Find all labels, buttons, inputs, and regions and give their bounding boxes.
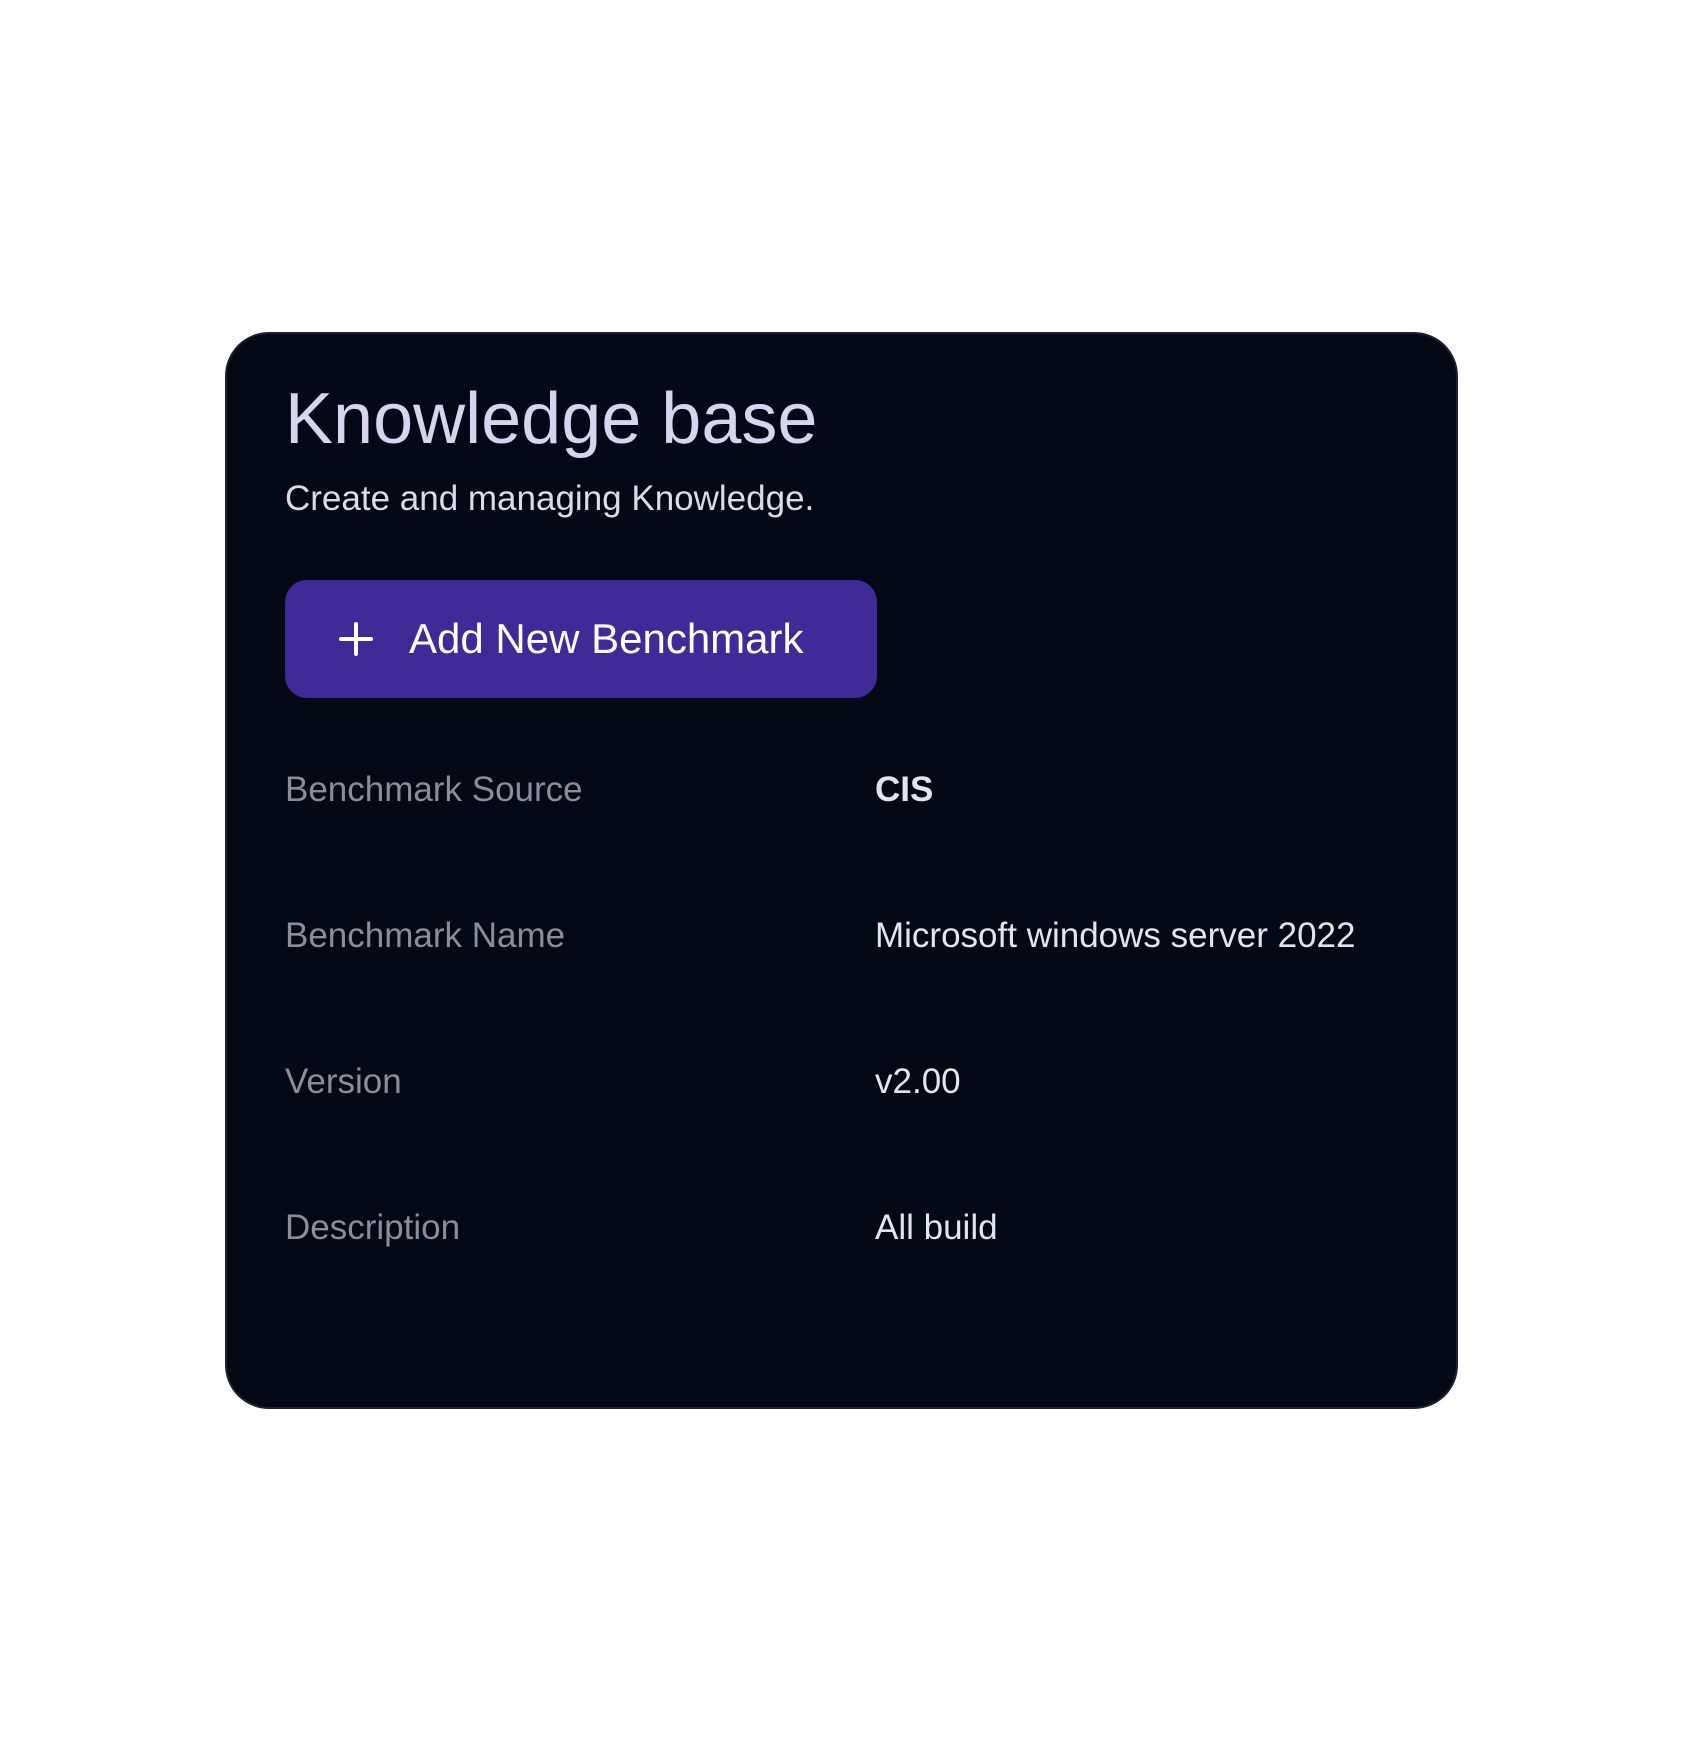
plus-icon bbox=[339, 622, 373, 656]
knowledge-base-card: Knowledge base Create and managing Knowl… bbox=[225, 332, 1458, 1409]
description-value: All build bbox=[875, 1208, 998, 1247]
benchmark-name-value: Microsoft windows server 2022 bbox=[875, 916, 1356, 955]
benchmark-details: Benchmark Source CIS Benchmark Name Micr… bbox=[285, 770, 1405, 1354]
page-title: Knowledge base bbox=[285, 379, 818, 459]
detail-row-description: Description All build bbox=[285, 1208, 1405, 1354]
version-label: Version bbox=[285, 1062, 402, 1101]
page-subtitle: Create and managing Knowledge. bbox=[285, 479, 815, 518]
detail-row-version: Version v2.00 bbox=[285, 1062, 1405, 1208]
benchmark-source-label: Benchmark Source bbox=[285, 770, 583, 809]
detail-row-benchmark-source: Benchmark Source CIS bbox=[285, 770, 1405, 916]
version-value: v2.00 bbox=[875, 1062, 961, 1101]
detail-row-benchmark-name: Benchmark Name Microsoft windows server … bbox=[285, 916, 1405, 1062]
benchmark-name-label: Benchmark Name bbox=[285, 916, 566, 955]
benchmark-source-value: CIS bbox=[875, 770, 934, 809]
add-new-benchmark-button[interactable]: Add New Benchmark bbox=[285, 580, 877, 698]
description-label: Description bbox=[285, 1208, 461, 1247]
add-new-benchmark-label: Add New Benchmark bbox=[409, 615, 804, 662]
